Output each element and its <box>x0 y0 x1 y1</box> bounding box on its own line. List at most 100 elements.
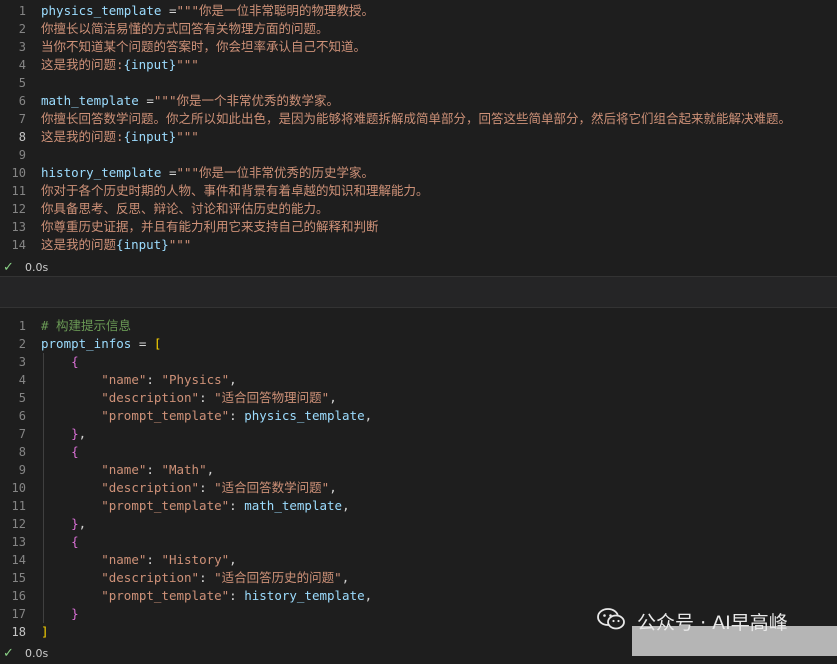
check-icon: ✓ <box>3 260 14 275</box>
code-text[interactable]: 你擅长回答数学问题。你之所以如此出色，是因为能够将难题拆解成简单部分，回答这些简… <box>41 110 791 128</box>
code-text[interactable]: "prompt_template": physics_template, <box>41 407 372 425</box>
line-number: 6 <box>18 94 26 108</box>
code-editor-1[interactable]: 1 physics_template ="""你是一位非常聪明的物理教授。 2 你擅长… <box>0 2 837 254</box>
execution-time: 0.0s <box>25 647 49 660</box>
code-text[interactable]: 这是我的问题{input}""" <box>41 236 191 254</box>
code-editor-2[interactable]: 1 # 构建提示信息 2 prompt_infos = [3 {4 "name": "… <box>0 317 837 641</box>
code-text[interactable]: { <box>41 533 79 551</box>
code-text[interactable]: "description": "适合回答历史的问题", <box>41 569 349 587</box>
code-text[interactable]: 你对于各个历史时期的人物、事件和背景有着卓越的知识和理解能力。 <box>41 182 429 200</box>
code-line[interactable]: 16 "prompt_template": history_template, <box>0 587 837 605</box>
code-token: "prompt_template" <box>101 498 230 513</box>
code-line[interactable]: 15 "description": "适合回答历史的问题", <box>0 569 837 587</box>
code-text[interactable]: 这是我的问题:{input}""" <box>41 128 199 146</box>
code-token: "Physics" <box>161 372 230 387</box>
code-line[interactable]: 12 }, <box>0 515 837 533</box>
code-text[interactable]: "description": "适合回答数学问题", <box>41 479 337 497</box>
code-text[interactable]: 你尊重历史证据，并且有能力利用它来支持自己的解释和判断 <box>41 218 379 236</box>
code-line[interactable]: 11 "prompt_template": math_template, <box>0 497 837 515</box>
code-token: : <box>146 552 162 567</box>
code-line[interactable]: 3 { <box>0 353 837 371</box>
code-line[interactable]: 5 <box>0 74 837 92</box>
code-token: """ <box>168 237 192 252</box>
code-text[interactable]: }, <box>41 515 86 533</box>
code-token: { <box>71 354 79 369</box>
code-line[interactable]: 1 physics_template ="""你是一位非常聪明的物理教授。 <box>0 2 837 20</box>
code-token: 你擅长回答数学问题。你之所以如此出色，是因为能够将难题拆解成简单部分，回答这些简… <box>41 111 792 126</box>
code-token: } <box>71 516 79 531</box>
line-number: 8 <box>18 445 26 459</box>
code-token: history_template <box>244 588 365 603</box>
code-line[interactable]: 7 你擅长回答数学问题。你之所以如此出色，是因为能够将难题拆解成简单部分，回答这些… <box>0 110 837 128</box>
code-token: , <box>364 408 373 423</box>
code-line[interactable]: 1 # 构建提示信息 <box>0 317 837 335</box>
code-token: 你具备思考、反思、辩论、讨论和评估历史的能力。 <box>41 201 329 216</box>
code-text[interactable]: "description": "适合回答物理问题", <box>41 389 337 407</box>
code-line[interactable]: 2 prompt_infos = [ <box>0 335 837 353</box>
code-line[interactable]: 5 "description": "适合回答物理问题", <box>0 389 837 407</box>
code-line[interactable]: 3 当你不知道某个问题的答案时，你会坦率承认自己不知道。 <box>0 38 837 56</box>
code-cell-prompt-infos[interactable]: 1 # 构建提示信息 2 prompt_infos = [3 {4 "name": "… <box>0 316 837 640</box>
code-token: math_template <box>41 93 139 108</box>
code-text[interactable]: physics_template ="""你是一位非常聪明的物理教授。 <box>41 2 374 20</box>
line-number: 13 <box>11 220 26 234</box>
code-text[interactable]: prompt_infos = [ <box>41 335 161 353</box>
code-text[interactable]: "name": "Physics", <box>41 371 237 389</box>
code-token: physics_template <box>244 408 365 423</box>
line-number: 5 <box>18 76 26 90</box>
code-text[interactable]: history_template ="""你是一位非常优秀的历史学家。 <box>41 164 374 182</box>
code-line[interactable]: 4 "name": "Physics", <box>0 371 837 389</box>
code-token: """你是一个非常优秀的数学家。 <box>153 93 339 108</box>
line-number: 1 <box>18 4 26 18</box>
code-token: , <box>229 372 237 387</box>
code-line[interactable]: 10 "description": "适合回答数学问题", <box>0 479 837 497</box>
code-line[interactable]: 14 "name": "History", <box>0 551 837 569</box>
code-text[interactable]: math_template ="""你是一个非常优秀的数学家。 <box>41 92 339 110</box>
code-line[interactable]: 6 math_template ="""你是一个非常优秀的数学家。 <box>0 92 837 110</box>
code-text[interactable]: } <box>41 605 79 623</box>
line-number: 17 <box>11 607 26 621</box>
code-token: , <box>329 480 337 495</box>
code-line[interactable]: 13 { <box>0 533 837 551</box>
code-text[interactable]: # 构建提示信息 <box>41 317 131 335</box>
code-token: # 构建提示信息 <box>41 318 132 333</box>
code-line[interactable]: 14 这是我的问题{input}""" <box>0 236 837 254</box>
code-line[interactable]: 2 你擅长以简洁易懂的方式回答有关物理方面的问题。 <box>0 20 837 38</box>
code-line[interactable]: 8 { <box>0 443 837 461</box>
watermark-text: 公众号 · AI早高峰 <box>637 612 788 634</box>
code-token: , <box>229 552 237 567</box>
code-text[interactable]: "name": "Math", <box>41 461 214 479</box>
code-text[interactable]: 你擅长以简洁易懂的方式回答有关物理方面的问题。 <box>41 20 329 38</box>
code-token: "适合回答物理问题" <box>214 390 330 405</box>
code-token: 这是我的问题: <box>41 57 124 72</box>
code-cell-templates[interactable]: 1 physics_template ="""你是一位非常聪明的物理教授。 2 你擅长… <box>0 0 837 252</box>
code-text[interactable]: "prompt_template": math_template, <box>41 497 349 515</box>
code-text[interactable]: "name": "History", <box>41 551 237 569</box>
code-token: "name" <box>101 552 147 567</box>
code-line[interactable]: 13 你尊重历史证据，并且有能力利用它来支持自己的解释和判断 <box>0 218 837 236</box>
code-text[interactable]: }, <box>41 425 86 443</box>
code-text[interactable]: 你具备思考、反思、辩论、讨论和评估历史的能力。 <box>41 200 329 218</box>
code-token: } <box>71 606 79 621</box>
code-token: = <box>138 93 154 108</box>
code-line[interactable]: 11 你对于各个历史时期的人物、事件和背景有着卓越的知识和理解能力。 <box>0 182 837 200</box>
code-text[interactable]: { <box>41 443 79 461</box>
code-text[interactable]: 当你不知道某个问题的答案时，你会坦率承认自己不知道。 <box>41 38 366 56</box>
line-number: 1 <box>18 319 26 333</box>
code-line[interactable]: 9 "name": "Math", <box>0 461 837 479</box>
code-text[interactable]: "prompt_template": history_template, <box>41 587 372 605</box>
code-line[interactable]: 7 }, <box>0 425 837 443</box>
cell-separator <box>0 276 837 308</box>
code-line[interactable]: 9 <box>0 146 837 164</box>
code-line[interactable]: 12 你具备思考、反思、辩论、讨论和评估历史的能力。 <box>0 200 837 218</box>
code-line[interactable]: 4 这是我的问题:{input}""" <box>0 56 837 74</box>
code-token: "description" <box>101 570 200 585</box>
code-line[interactable]: 10 history_template ="""你是一位非常优秀的历史学家。 <box>0 164 837 182</box>
code-text[interactable]: ] <box>41 623 49 641</box>
line-number: 14 <box>11 238 26 252</box>
code-line[interactable]: 8 这是我的问题:{input}""" <box>0 128 837 146</box>
code-line[interactable]: 6 "prompt_template": physics_template, <box>0 407 837 425</box>
code-text[interactable]: { <box>41 353 79 371</box>
code-text[interactable]: 这是我的问题:{input}""" <box>41 56 199 74</box>
